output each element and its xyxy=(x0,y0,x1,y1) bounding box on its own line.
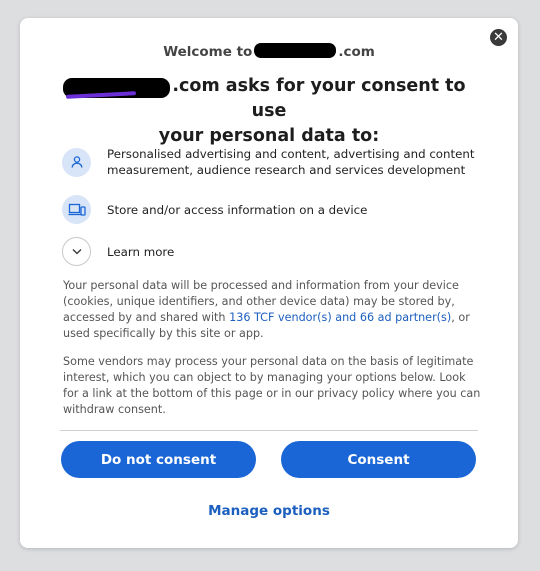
consent-dialog: ✕ Welcome to .com .com asks for your cons… xyxy=(20,18,518,548)
legitimate-interest-paragraph: Some vendors may process your personal d… xyxy=(63,355,481,416)
person-icon xyxy=(62,147,91,177)
manage-options-link[interactable]: Manage options xyxy=(20,503,518,519)
consent-button[interactable]: Consent xyxy=(281,441,476,478)
do-not-consent-button[interactable]: Do not consent xyxy=(61,441,256,478)
purpose-label: Personalised advertising and content, ad… xyxy=(107,147,475,177)
purpose-item-store-access: Store and/or access information on a dev… xyxy=(62,195,367,224)
learn-more-toggle[interactable]: Learn more xyxy=(62,237,174,266)
purpose-item-personalised-advertising: Personalised advertising and content, ad… xyxy=(62,146,487,178)
welcome-prefix: Welcome to xyxy=(163,44,253,60)
redaction-mark xyxy=(254,43,336,58)
devices-icon xyxy=(62,195,91,224)
data-processing-paragraph: Your personal data will be processed and… xyxy=(63,278,483,342)
vendors-link[interactable]: 136 TCF vendor(s) and 66 ad partner(s) xyxy=(229,311,451,324)
chevron-down-icon[interactable] xyxy=(62,237,91,266)
learn-more-label[interactable]: Learn more xyxy=(107,244,174,260)
heading-line1: .com asks for your consent to use xyxy=(172,76,466,121)
welcome-suffix: .com xyxy=(338,44,375,60)
divider xyxy=(60,430,478,431)
purpose-label: Store and/or access information on a dev… xyxy=(107,202,368,217)
